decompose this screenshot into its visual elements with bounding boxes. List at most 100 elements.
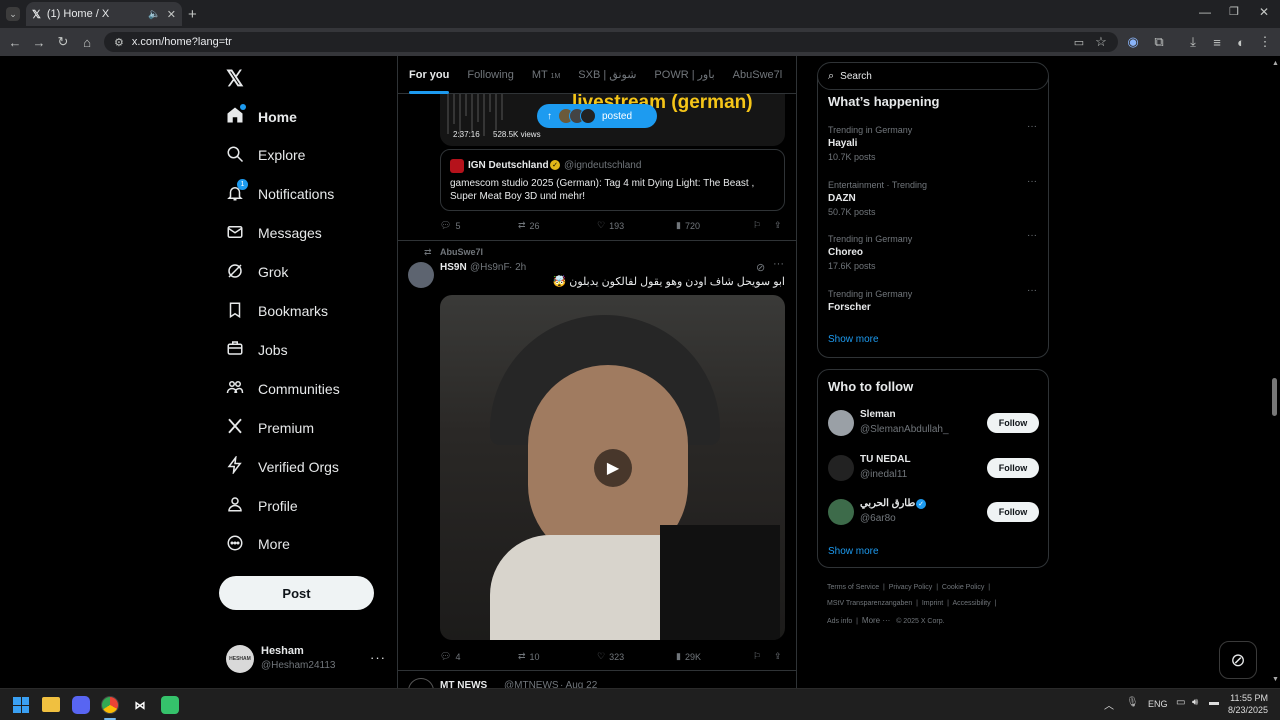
- cast-icon[interactable]: ▭: [1070, 33, 1088, 51]
- reading-list-icon[interactable]: ≡: [1208, 33, 1226, 51]
- trends-show-more[interactable]: Show more: [828, 334, 879, 345]
- follow-name[interactable]: TU NEDAL: [860, 454, 911, 465]
- reply-button[interactable]: 💬︎ 4: [440, 651, 460, 662]
- new-tab-icon[interactable]: +: [188, 6, 197, 23]
- reload-icon[interactable]: ↻: [54, 33, 72, 51]
- footer-terms[interactable]: Terms of Service: [827, 584, 879, 591]
- tab-close-icon[interactable]: ✕: [167, 8, 176, 21]
- scrollbar-thumb[interactable]: [1272, 378, 1277, 416]
- star-icon[interactable]: ☆: [1092, 33, 1110, 51]
- extensions-icon[interactable]: ⧉: [1150, 33, 1168, 51]
- trend-more-icon[interactable]: ···: [1027, 285, 1037, 296]
- chrome-icon[interactable]: [101, 696, 119, 714]
- share-button[interactable]: ⇪: [774, 220, 782, 231]
- restore-icon[interactable]: ❐: [1229, 5, 1239, 18]
- browser-tab[interactable]: 𝕏 (1) Home / X 🔈 ✕: [26, 2, 182, 26]
- download-icon[interactable]: ⤓: [1184, 33, 1202, 51]
- volume-icon[interactable]: 🔊︎: [1192, 697, 1198, 708]
- quote-tweet[interactable]: IGN Deutschland ✓ @igndeutschland gamesc…: [440, 149, 785, 211]
- scroll-up-icon[interactable]: ▲: [1272, 60, 1279, 67]
- discord-icon[interactable]: [72, 696, 90, 714]
- nav-item-explore[interactable]: Explore: [226, 145, 305, 166]
- window-close-icon[interactable]: ✕: [1259, 5, 1269, 19]
- trend-more-icon[interactable]: ···: [1027, 121, 1037, 132]
- follow-button[interactable]: Follow: [987, 457, 1039, 478]
- follow-avatar[interactable]: [828, 454, 854, 481]
- footer-more[interactable]: More ···: [862, 616, 890, 625]
- tab-sxb[interactable]: SXB | شونق: [578, 68, 636, 81]
- microphone-icon[interactable]: 🎙︎: [1126, 697, 1139, 708]
- nav-item-grok[interactable]: Grok: [226, 262, 288, 283]
- follow-button[interactable]: Follow: [987, 502, 1039, 522]
- footer-accessibility[interactable]: Accessibility: [952, 600, 990, 607]
- nav-item-verified-orgs[interactable]: Verified Orgs: [226, 454, 339, 477]
- new-posts-pill[interactable]: ↑ posted: [537, 104, 657, 128]
- tweet-author-handle[interactable]: @MTNEWS: [504, 680, 559, 688]
- avatar[interactable]: HESHAM: [226, 645, 254, 673]
- nav-item-jobs[interactable]: Jobs: [226, 339, 288, 360]
- footer-ads[interactable]: Ads info: [827, 618, 852, 625]
- bookmark-button[interactable]: ⚐: [753, 651, 761, 662]
- tweet-more-icon[interactable]: ···: [773, 258, 784, 270]
- follow-name[interactable]: Sleman: [860, 409, 896, 420]
- tweet-avatar[interactable]: [408, 678, 434, 688]
- language-indicator[interactable]: ENG: [1148, 699, 1168, 709]
- tab-following[interactable]: Following: [467, 69, 513, 81]
- social-context[interactable]: AbuSwe7l: [440, 247, 483, 257]
- bookmark-button[interactable]: ⚐: [753, 220, 761, 231]
- nav-item-notifications[interactable]: 1 Notifications: [226, 178, 334, 205]
- follow-button[interactable]: Follow: [987, 413, 1039, 433]
- like-button[interactable]: ♡ 323: [597, 651, 624, 662]
- tab-search-icon[interactable]: ⌄: [6, 7, 20, 21]
- play-icon[interactable]: ▶: [594, 449, 632, 487]
- forward-icon[interactable]: →: [30, 33, 48, 51]
- menu-icon[interactable]: ⋮: [1256, 33, 1274, 51]
- views-button[interactable]: ▮ 720: [676, 220, 700, 231]
- follow-name[interactable]: طارق الحربي: [860, 498, 915, 509]
- tweet-avatar[interactable]: [408, 262, 434, 288]
- profile-icon[interactable]: ◐: [1232, 33, 1250, 51]
- grok-tweet-icon[interactable]: ⊘: [756, 261, 765, 274]
- follow-show-more[interactable]: Show more: [828, 546, 879, 557]
- tab-for-you[interactable]: For you: [409, 69, 450, 94]
- home-page-icon[interactable]: ⌂: [78, 33, 96, 51]
- trend-more-icon[interactable]: ···: [1027, 230, 1037, 241]
- repost-button[interactable]: ⇄ 10: [518, 651, 540, 662]
- grok-floating-icon[interactable]: ⊘: [1219, 641, 1257, 679]
- tweet-video[interactable]: ▶: [440, 295, 785, 640]
- minimize-icon[interactable]: —: [1199, 5, 1211, 19]
- extension-active-icon[interactable]: ◉: [1124, 33, 1142, 51]
- battery-icon[interactable]: ▬: [1209, 697, 1219, 708]
- post-button[interactable]: Post: [219, 576, 374, 610]
- tweet-author-name[interactable]: MT NEWS: [440, 680, 487, 688]
- trend-item[interactable]: Trending in Germany Forscher: [828, 289, 912, 316]
- footer-privacy[interactable]: Privacy Policy: [889, 584, 933, 591]
- tweet-time[interactable]: · Aug 22: [560, 680, 597, 688]
- address-bar[interactable]: ⚙ x.com/home?lang=tr: [104, 32, 1118, 52]
- nav-item-more[interactable]: More: [226, 534, 290, 555]
- reply-button[interactable]: 💬︎ 5: [440, 220, 460, 231]
- clock-time[interactable]: 11:55 PM: [1228, 693, 1268, 703]
- tab-mt[interactable]: MT 1M: [532, 69, 560, 81]
- tab-powr[interactable]: POWR | باور: [654, 68, 714, 81]
- trend-item[interactable]: Entertainment · Trending DAZN 50.7K posts: [828, 180, 927, 217]
- nav-item-bookmarks[interactable]: Bookmarks: [226, 301, 328, 322]
- follow-avatar[interactable]: [828, 499, 854, 525]
- tray-chevron-icon[interactable]: ︿: [1104, 697, 1114, 712]
- follow-avatar[interactable]: [828, 410, 854, 436]
- network-icon[interactable]: ▭: [1176, 697, 1185, 708]
- trend-item[interactable]: Trending in Germany Hayali 10.7K posts: [828, 125, 912, 162]
- views-button[interactable]: ▮ 29K: [676, 651, 701, 662]
- trend-more-icon[interactable]: ···: [1027, 176, 1037, 187]
- footer-imprint[interactable]: Imprint: [922, 600, 943, 607]
- footer-cookie[interactable]: Cookie Policy: [942, 584, 984, 591]
- like-button[interactable]: ♡ 193: [597, 220, 624, 231]
- back-icon[interactable]: ←: [6, 33, 24, 51]
- nav-item-premium[interactable]: Premium: [226, 417, 314, 438]
- file-explorer-icon[interactable]: [42, 697, 60, 712]
- scroll-down-icon[interactable]: ▼: [1272, 676, 1279, 683]
- nav-item-home[interactable]: Home: [226, 104, 297, 127]
- footer-mstv[interactable]: MStV Transparenzangaben: [827, 600, 912, 607]
- trend-item[interactable]: Trending in Germany Choreo 17.6K posts: [828, 234, 912, 271]
- nav-item-messages[interactable]: Messages: [226, 223, 322, 244]
